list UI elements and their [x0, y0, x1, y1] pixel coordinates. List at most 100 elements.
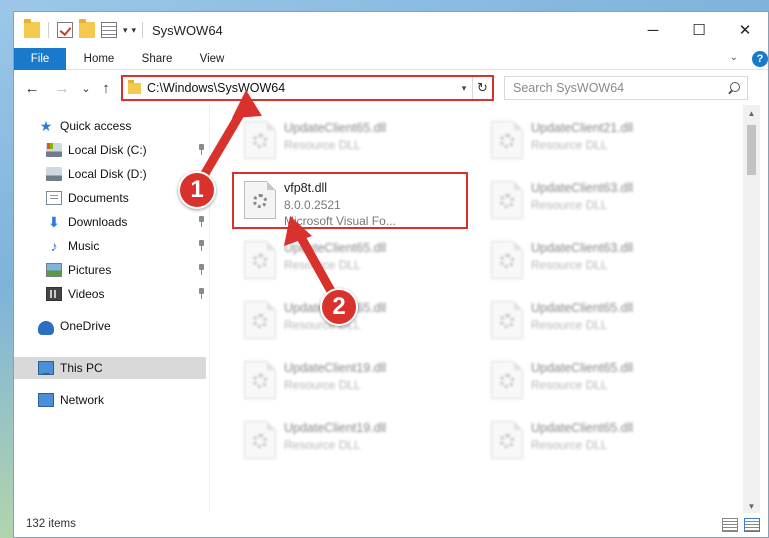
tab-share[interactable]: Share — [134, 48, 180, 70]
minimize-button[interactable]: ─ — [630, 12, 676, 48]
expand-ribbon-icon[interactable]: ⌄ — [730, 52, 738, 63]
sidebar-item-label: Network — [60, 393, 105, 407]
file-tile[interactable]: UpdateClient21.dll Resource DLL — [483, 113, 723, 167]
details-view-icon[interactable] — [722, 518, 738, 532]
chevron-down-icon[interactable]: ▾ — [123, 25, 128, 36]
search-icon[interactable] — [727, 80, 747, 96]
address-bar[interactable]: C:\Windows\SysWOW64 ▾ ↻ — [121, 75, 494, 101]
vertical-scrollbar[interactable]: ▲ ▼ — [743, 105, 760, 515]
file-name: UpdateClient65.dll — [284, 241, 387, 255]
folder-icon — [128, 79, 141, 94]
file-name: UpdateClient19.dll — [284, 421, 387, 435]
file-name: UpdateClient63.dll — [531, 181, 634, 195]
file-tile[interactable]: UpdateClient65.dll Resource DLL — [236, 233, 476, 287]
scrollbar-thumb[interactable] — [747, 125, 756, 175]
toolbar-divider — [142, 22, 144, 38]
file-type: Resource DLL — [531, 258, 608, 272]
file-tile[interactable]: UpdateClient63.dll Resource DLL — [483, 233, 723, 287]
sidebar-item-local-disk-d[interactable]: Local Disk (D:) — [14, 163, 206, 185]
file-type: Resource DLL — [284, 138, 361, 152]
sidebar-item-downloads[interactable]: ⬇ Downloads — [14, 211, 206, 233]
sidebar-item-this-pc[interactable]: This PC — [14, 357, 206, 379]
file-type: Resource DLL — [531, 138, 608, 152]
sidebar-item-music[interactable]: ♪ Music — [14, 235, 206, 257]
sidebar-item-label: Music — [68, 239, 100, 253]
sidebar-item-pictures[interactable]: Pictures — [14, 259, 206, 281]
file-type: Resource DLL — [284, 258, 361, 272]
file-tile[interactable]: UpdateClient19.dll Resource DLL — [236, 413, 476, 467]
close-button[interactable]: ✕ — [722, 12, 768, 48]
view-properties-icon[interactable] — [101, 22, 117, 38]
dll-file-icon — [244, 421, 276, 459]
sidebar-item-label: OneDrive — [60, 319, 111, 333]
recent-locations-button[interactable]: ⌄ — [76, 79, 96, 99]
file-tile[interactable]: UpdateClient65.dll Resource DLL — [483, 413, 723, 467]
forward-button[interactable]: → — [52, 79, 72, 99]
sidebar-item-label: Videos — [68, 287, 105, 301]
address-path[interactable]: C:\Windows\SysWOW64 — [147, 81, 456, 95]
file-tile[interactable]: UpdateClient63.dll Resource DLL — [483, 173, 723, 227]
ribbon-tabs: File Home Share View ⌄ ? — [14, 48, 768, 70]
back-button[interactable]: ← — [22, 79, 42, 99]
properties-check-icon[interactable] — [57, 22, 73, 38]
chevron-down-icon[interactable]: ▾ — [456, 83, 472, 94]
file-tile[interactable]: UpdateClient65.dll Resource DLL — [483, 293, 723, 347]
onedrive-icon — [38, 320, 54, 335]
dll-file-icon — [491, 181, 523, 219]
file-type: Resource DLL — [531, 198, 608, 212]
tab-home[interactable]: Home — [76, 48, 122, 70]
folder-icon — [24, 19, 40, 38]
file-tile[interactable]: UpdateClient65.dll Resource DLL — [236, 113, 476, 167]
window-title: SysWOW64 — [152, 23, 223, 38]
tab-file[interactable]: File — [14, 48, 66, 70]
file-type: Resource DLL — [531, 438, 608, 452]
scroll-up-icon[interactable]: ▲ — [743, 105, 760, 122]
sidebar-item-network[interactable]: Network — [14, 389, 206, 411]
file-tile[interactable]: UpdateClient65.dll Resource DLL — [483, 353, 723, 407]
file-tile[interactable]: UpdateClient19.dll Resource DLL — [236, 353, 476, 407]
videos-icon — [46, 287, 62, 301]
highlight-box-file — [232, 172, 468, 229]
title-bar: ▾ ▾ SysWOW64 ─ ☐ ✕ — [14, 12, 768, 48]
file-type: Resource DLL — [531, 378, 608, 392]
dll-file-icon — [491, 241, 523, 279]
navigation-pane: ★ Quick access Local Disk (C:) Local Dis… — [14, 105, 210, 515]
dll-file-icon — [244, 121, 276, 159]
file-type: Resource DLL — [531, 318, 608, 332]
dll-file-icon — [491, 121, 523, 159]
refresh-button[interactable]: ↻ — [472, 77, 492, 99]
up-button[interactable]: ↑ — [96, 79, 116, 99]
sidebar-item-quick-access[interactable]: ★ Quick access — [14, 115, 206, 137]
maximize-button[interactable]: ☐ — [676, 12, 722, 48]
status-bar: 132 items — [14, 513, 768, 537]
disk-icon — [46, 143, 62, 157]
help-icon[interactable]: ? — [752, 51, 768, 67]
sidebar-item-label: This PC — [60, 361, 103, 375]
item-count: 132 items — [26, 518, 76, 530]
search-box[interactable]: Search SysWOW64 — [504, 76, 748, 100]
file-name: UpdateClient65.dll — [531, 361, 634, 375]
tiles-view-icon[interactable] — [744, 518, 760, 532]
sidebar-item-label: Downloads — [68, 215, 128, 229]
pin-icon — [196, 288, 206, 300]
file-type: Resource DLL — [284, 438, 361, 452]
customize-toolbar-icon[interactable]: ▾ — [132, 25, 137, 36]
file-name: UpdateClient19.dll — [284, 361, 387, 375]
search-input[interactable]: Search SysWOW64 — [513, 81, 727, 95]
tab-view[interactable]: View — [192, 48, 232, 70]
sidebar-item-label: Local Disk (C:) — [68, 143, 147, 157]
sidebar-item-onedrive[interactable]: OneDrive — [14, 315, 206, 337]
file-type: Resource DLL — [284, 378, 361, 392]
dll-file-icon — [491, 361, 523, 399]
new-folder-icon[interactable] — [79, 19, 95, 38]
pin-icon — [196, 144, 206, 156]
sidebar-item-videos[interactable]: Videos — [14, 283, 206, 305]
sidebar-item-local-disk-c[interactable]: Local Disk (C:) — [14, 139, 206, 161]
sidebar-item-label: Local Disk (D:) — [68, 167, 147, 181]
download-icon: ⬇ — [48, 214, 60, 230]
step-badge-1: 1 — [178, 171, 216, 209]
file-name: UpdateClient65.dll — [531, 301, 634, 315]
explorer-window: ▾ ▾ SysWOW64 ─ ☐ ✕ File Home Share View … — [13, 11, 769, 538]
dll-file-icon — [244, 361, 276, 399]
dll-file-icon — [244, 301, 276, 339]
